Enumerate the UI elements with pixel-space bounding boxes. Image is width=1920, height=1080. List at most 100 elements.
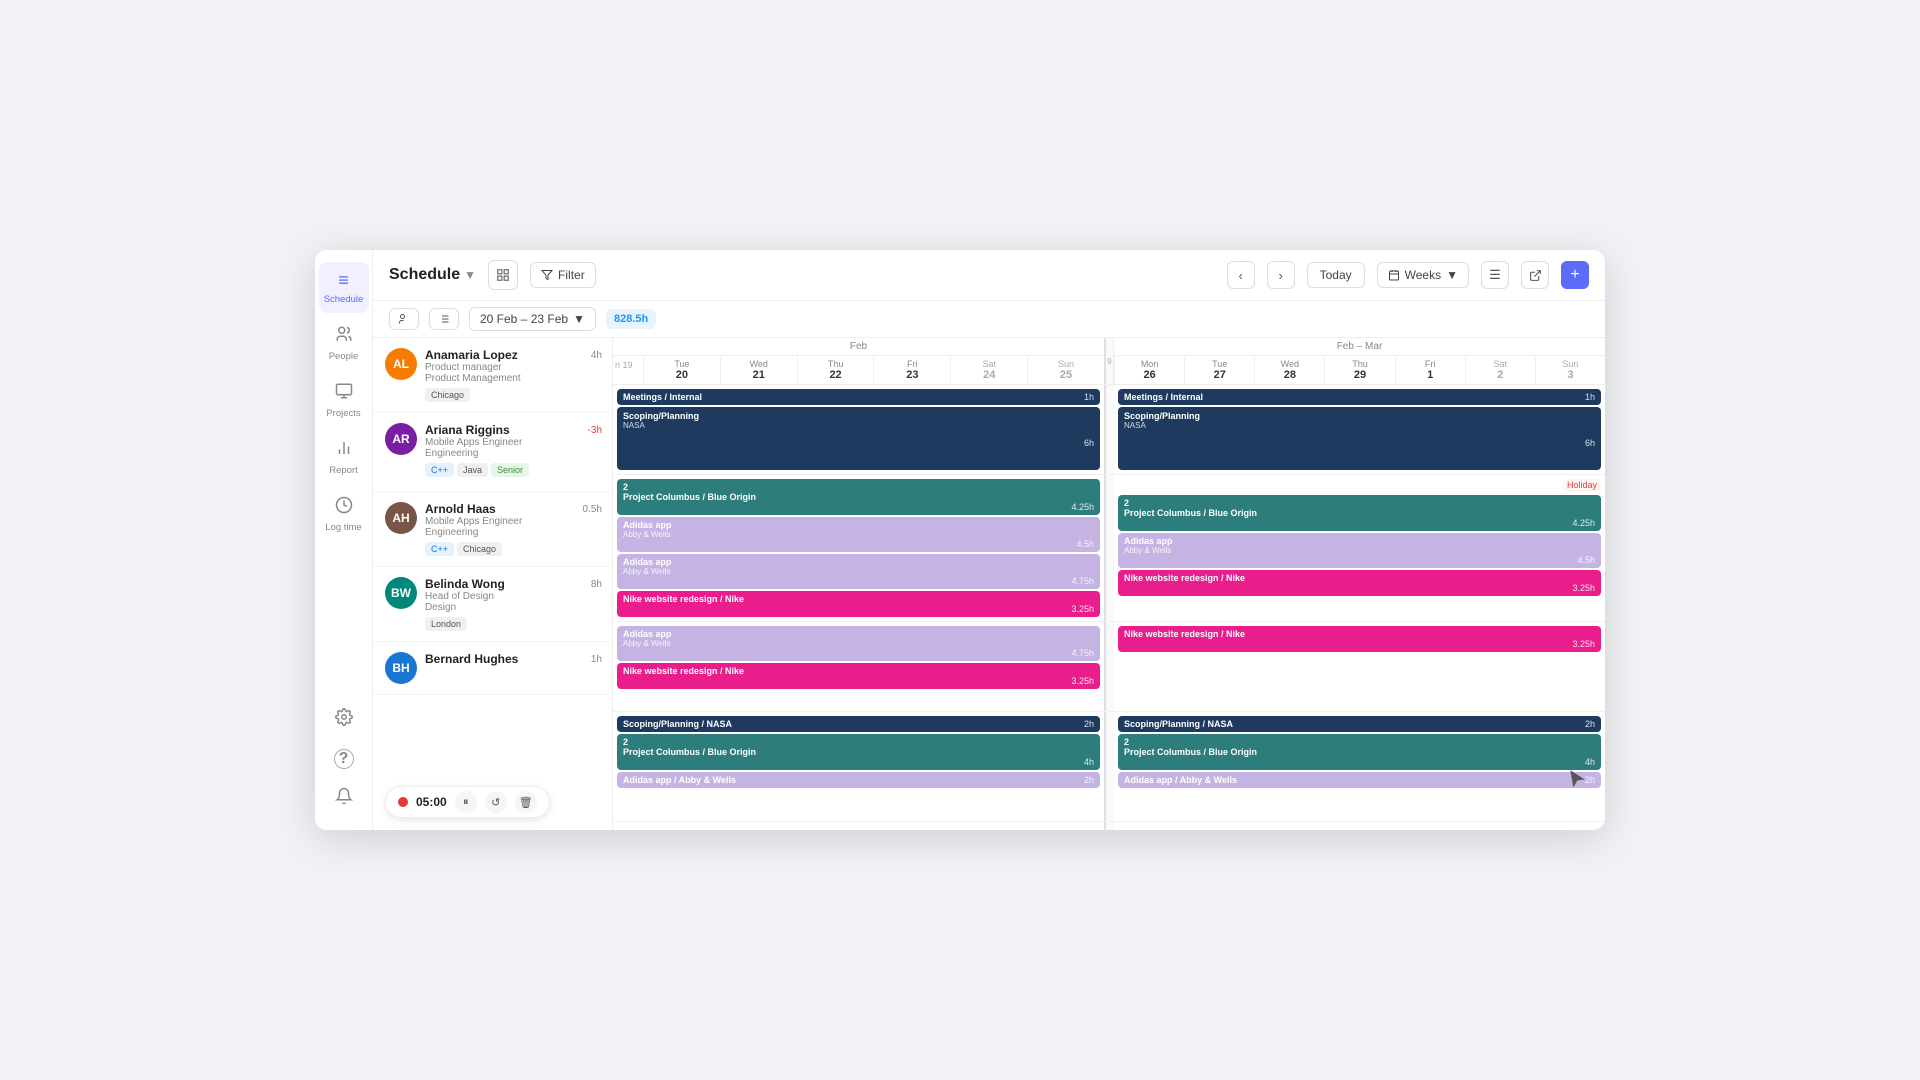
event-block[interactable]: Adidas app Abby & Wells 4.5h: [1118, 533, 1601, 568]
event-block[interactable]: Scoping/Planning NASA 6h: [1118, 407, 1601, 470]
help-icon: ?: [334, 749, 354, 769]
person-role: Product manager: [425, 362, 600, 373]
event-block[interactable]: 2 Project Columbus / Blue Origin 4h: [617, 734, 1100, 770]
cursor-icon: [1567, 769, 1587, 794]
avatar: BW: [385, 577, 417, 609]
projects-icon: [335, 382, 353, 405]
person-name: Belinda Wong: [425, 577, 600, 591]
calendar-person-row: Adidas app Abby & Wells 4.75h Nike websi…: [613, 622, 1605, 712]
event-block[interactable]: Adidas app / Abby & Wells 2h: [617, 772, 1100, 788]
person-info: Anamaria Lopez Product manager Product M…: [425, 348, 600, 402]
person-dept: Product Management: [425, 373, 600, 384]
sidebar-item-help[interactable]: ?: [319, 741, 369, 777]
timer-delete-button[interactable]: 🗑: [515, 791, 537, 813]
day-header: n 19: [613, 356, 643, 384]
view-toggle-button[interactable]: [488, 260, 518, 290]
header: Schedule ▼ Filter ‹ › Today Weeks ▼: [373, 250, 1605, 301]
person-info: Ariana Riggins Mobile Apps Engineer Engi…: [425, 423, 600, 477]
event-block[interactable]: Adidas app Abby & Wells 4.5h: [617, 517, 1100, 552]
person-name: Arnold Haas: [425, 502, 600, 516]
event-block[interactable]: 2 Project Columbus / Blue Origin 4.25h: [617, 479, 1100, 515]
event-block[interactable]: Nike website redesign / Nike 3.25h: [1118, 626, 1601, 652]
day-header: Sun3: [1535, 356, 1605, 384]
event-block[interactable]: Meetings / Internal 1h: [1118, 389, 1601, 405]
sub-header: 20 Feb – 23 Feb ▼ 828.5h: [373, 301, 1605, 338]
person-role: Mobile Apps Engineer: [425, 516, 600, 527]
day-header: Wed28: [1254, 356, 1324, 384]
sidebar-item-schedule[interactable]: ≡ Schedule: [319, 262, 369, 313]
bell-icon: [335, 787, 353, 810]
person-row: AH Arnold Haas Mobile Apps Engineer Engi…: [373, 492, 612, 567]
sidebar-item-label: Projects: [326, 408, 360, 419]
calendar-body: Meetings / Internal 1h Scoping/Planning …: [613, 385, 1605, 830]
person-row: AL Anamaria Lopez Product manager Produc…: [373, 338, 612, 413]
calendar-person-row: Meetings / Internal 1h Scoping/Planning …: [613, 385, 1605, 475]
person-name: Bernard Hughes: [425, 652, 600, 666]
date-range-button[interactable]: 20 Feb – 23 Feb ▼: [469, 307, 596, 331]
add-button[interactable]: +: [1561, 261, 1589, 289]
timer-bar: 05:00 ⏸ ↺ 🗑: [385, 786, 550, 818]
sidebar-item-report[interactable]: Report: [319, 431, 369, 484]
event-block[interactable]: 2 Project Columbus / Blue Origin 4.25h: [1118, 495, 1601, 531]
sidebar-item-label: Schedule: [324, 294, 364, 305]
person-role: Mobile Apps Engineer: [425, 437, 600, 448]
day-header: Sat2: [1465, 356, 1535, 384]
event-block[interactable]: Adidas app / Abby & Wells 2h: [1118, 772, 1601, 788]
person-hours: 4h: [591, 350, 602, 361]
person-hours: 0.5h: [583, 504, 602, 515]
export-button[interactable]: [1521, 261, 1549, 289]
event-block[interactable]: Meetings / Internal 1h: [617, 389, 1100, 405]
avatar: BH: [385, 652, 417, 684]
weeks-selector[interactable]: Weeks ▼: [1377, 262, 1469, 288]
today-button[interactable]: Today: [1307, 262, 1365, 288]
tag: C++: [425, 542, 454, 556]
weeks-chevron-icon: ▼: [1446, 268, 1458, 282]
list-view-button[interactable]: ☰: [1481, 261, 1509, 289]
event-block[interactable]: Adidas app Abby & Wells 4.75h: [617, 626, 1100, 661]
sort-button[interactable]: [429, 308, 459, 330]
person-hours: -3h: [588, 425, 602, 436]
calendar-person-row: [613, 822, 1605, 830]
event-block[interactable]: 2 Project Columbus / Blue Origin 4h: [1118, 734, 1601, 770]
day-header: Fri1: [1395, 356, 1465, 384]
prev-week-button[interactable]: ‹: [1227, 261, 1255, 289]
event-block[interactable]: Nike website redesign / Nike 3.25h: [617, 591, 1100, 617]
report-icon: [335, 439, 353, 462]
day-header: Tue20: [643, 356, 720, 384]
title-chevron-icon: ▼: [464, 268, 476, 282]
avatar: AR: [385, 423, 417, 455]
sidebar-item-logtime[interactable]: Log time: [319, 488, 369, 541]
sidebar-item-notifications[interactable]: [319, 779, 369, 818]
sidebar-item-people[interactable]: People: [319, 317, 369, 370]
tag: Chicago: [457, 542, 502, 556]
person-dept: Design: [425, 602, 600, 613]
event-block[interactable]: Scoping/Planning NASA 6h: [617, 407, 1100, 470]
tag: London: [425, 617, 467, 631]
body-area: AL Anamaria Lopez Product manager Produc…: [373, 338, 1605, 830]
sidebar-item-projects[interactable]: Projects: [319, 374, 369, 427]
day-header: Thu29: [1324, 356, 1394, 384]
sidebar-item-settings[interactable]: [319, 700, 369, 739]
filter-button[interactable]: Filter: [530, 262, 596, 288]
timer-pause-button[interactable]: ⏸: [455, 791, 477, 813]
person-hours: 1h: [591, 654, 602, 665]
event-block[interactable]: Adidas app Abby & Wells 4.75h: [617, 554, 1100, 589]
calendar-person-row: 2 Project Columbus / Blue Origin 4.25h A…: [613, 475, 1605, 622]
event-block[interactable]: Nike website redesign / Nike 3.25h: [1118, 570, 1601, 596]
tag: Java: [457, 463, 488, 477]
people-filter-button[interactable]: [389, 308, 419, 330]
event-block[interactable]: Scoping/Planning / NASA 2h: [1118, 716, 1601, 732]
day-header: Thu22: [797, 356, 874, 384]
calendar-person-row: Scoping/Planning / NASA 2h 2 Project Col…: [613, 712, 1605, 822]
tag: C++: [425, 463, 454, 477]
person-name: Ariana Riggins: [425, 423, 600, 437]
timer-reset-button[interactable]: ↺: [485, 791, 507, 813]
person-row: BW Belinda Wong Head of Design Design Lo…: [373, 567, 612, 642]
sidebar-item-label: Log time: [325, 522, 361, 533]
next-week-button[interactable]: ›: [1267, 261, 1295, 289]
sidebar-item-label: Report: [329, 465, 358, 476]
event-block[interactable]: Scoping/Planning / NASA 2h: [617, 716, 1100, 732]
event-block[interactable]: Nike website redesign / Nike 3.25h: [617, 663, 1100, 689]
month-label-feb: Feb: [613, 338, 1104, 356]
sidebar-item-label: People: [329, 351, 359, 362]
